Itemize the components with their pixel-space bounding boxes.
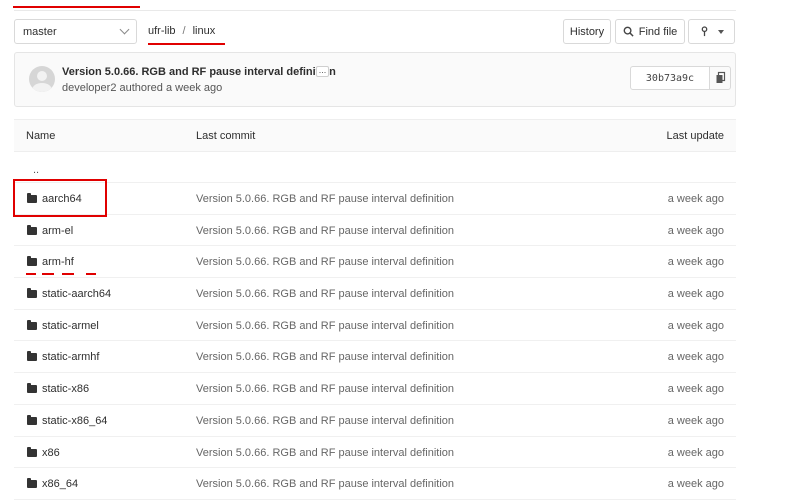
file-name-link[interactable]: static-aarch64 <box>42 288 111 300</box>
column-header-last-update: Last update <box>666 130 725 142</box>
breadcrumb-root-link[interactable]: ufr-lib <box>148 25 176 37</box>
last-commit-panel: Version 5.0.66. RGB and RF pause interva… <box>14 52 736 107</box>
file-name-link[interactable]: arm-hf <box>42 256 74 268</box>
clone-dropdown-button[interactable] <box>688 19 735 44</box>
row-commit-message-link[interactable]: Version 5.0.66. RGB and RF pause interva… <box>196 383 454 395</box>
folder-icon <box>27 351 37 362</box>
row-last-update: a week ago <box>667 288 724 301</box>
row-commit-message-link[interactable]: Version 5.0.66. RGB and RF pause interva… <box>196 320 454 332</box>
table-row[interactable]: x86_64 Version 5.0.66. RGB and RF pause i… <box>14 468 736 500</box>
row-commit-message-link[interactable]: Version 5.0.66. RGB and RF pause interva… <box>196 447 454 459</box>
history-button[interactable]: History <box>563 19 611 44</box>
annotation-underline-breadcrumb <box>148 43 225 45</box>
avatar[interactable] <box>29 66 55 92</box>
row-last-update: a week ago <box>667 224 724 237</box>
file-name-link[interactable]: x86 <box>42 447 60 459</box>
folder-icon <box>27 414 37 425</box>
commit-sha-button[interactable]: 30b73a9c <box>630 66 710 90</box>
expand-commit-message-button[interactable]: ... <box>316 66 329 77</box>
column-header-last-commit: Last commit <box>196 130 256 142</box>
row-last-update: a week ago <box>667 193 724 205</box>
table-row[interactable]: static-x86 Version 5.0.66. RGB and RF pau… <box>14 373 736 405</box>
table-row[interactable]: arm-el Version 5.0.66. RGB and RF pause i… <box>14 215 736 247</box>
search-icon <box>623 26 634 37</box>
row-commit-message-link[interactable]: Version 5.0.66. RGB and RF pause interva… <box>196 351 454 363</box>
file-name-link[interactable]: static-x86 <box>42 383 89 395</box>
row-commit-message-link[interactable]: Version 5.0.66. RGB and RF pause interva… <box>196 193 454 205</box>
divider <box>14 10 736 11</box>
branch-select[interactable]: master <box>14 19 137 44</box>
folder-icon <box>27 319 37 330</box>
breadcrumb-current-link[interactable]: linux <box>193 25 216 37</box>
row-commit-message-link[interactable]: Version 5.0.66. RGB and RF pause interva… <box>196 256 454 268</box>
commit-title-link[interactable]: Version 5.0.66. RGB and RF pause interva… <box>62 66 336 78</box>
annotation-underline-top <box>13 6 140 8</box>
file-name-link[interactable]: x86_64 <box>42 478 78 490</box>
row-last-update: a week ago <box>667 256 724 269</box>
table-header: Name Last commit Last update <box>14 119 736 152</box>
row-last-update: a week ago <box>667 319 724 332</box>
row-commit-message-link[interactable]: Version 5.0.66. RGB and RF pause interva… <box>196 415 454 427</box>
file-name-link[interactable]: static-x86_64 <box>42 415 107 427</box>
breadcrumb: ufr-lib / linux <box>148 25 215 37</box>
table-row[interactable]: static-armel Version 5.0.66. RGB and RF p… <box>14 310 736 342</box>
find-file-button-label: Find file <box>638 25 678 38</box>
file-tree-table: Name Last commit Last update .. aarch64 V… <box>14 119 736 500</box>
column-header-name: Name <box>26 130 56 142</box>
row-last-update: a week ago <box>667 478 724 491</box>
chevron-down-icon <box>119 24 130 35</box>
caret-down-icon <box>718 29 724 34</box>
folder-icon <box>27 256 37 267</box>
folder-icon <box>27 288 37 299</box>
row-last-update: a week ago <box>667 351 724 364</box>
annotation-dash <box>42 273 54 275</box>
row-commit-message-link[interactable]: Version 5.0.66. RGB and RF pause interva… <box>196 288 454 300</box>
file-name-link[interactable]: static-armel <box>42 320 99 332</box>
copy-sha-button[interactable] <box>709 66 731 90</box>
table-row[interactable]: x86 Version 5.0.66. RGB and RF pause inte… <box>14 437 736 469</box>
branch-select-value: master <box>23 25 57 38</box>
annotation-dash <box>26 273 36 275</box>
row-commit-message-link[interactable]: Version 5.0.66. RGB and RF pause interva… <box>196 478 454 490</box>
find-file-button[interactable]: Find file <box>615 19 685 44</box>
annotation-dash <box>62 273 74 275</box>
file-name-link[interactable]: static-armhf <box>42 351 99 363</box>
file-name-link[interactable]: arm-el <box>42 225 73 237</box>
folder-icon <box>27 446 37 457</box>
folder-icon <box>27 478 37 489</box>
folder-icon <box>27 383 37 394</box>
table-row[interactable]: arm-hf Version 5.0.66. RGB and RF pause i… <box>14 246 736 279</box>
row-last-update: a week ago <box>667 414 724 427</box>
table-row[interactable]: static-aarch64 Version 5.0.66. RGB and RF… <box>14 278 736 310</box>
history-button-label: History <box>569 25 605 38</box>
parent-directory-row[interactable]: .. <box>14 152 736 183</box>
table-row[interactable]: aarch64 Version 5.0.66. RGB and RF pause … <box>14 183 736 215</box>
annotation-dash <box>86 273 96 275</box>
row-last-update: a week ago <box>667 446 724 459</box>
table-row[interactable]: static-x86_64 Version 5.0.66. RGB and RF … <box>14 405 736 437</box>
folder-icon <box>27 224 37 235</box>
row-last-update: a week ago <box>667 383 724 396</box>
commit-meta: developer2 authored a week ago <box>62 82 223 94</box>
annotation-box-aarch64 <box>13 179 107 217</box>
parent-directory-link[interactable]: .. <box>33 164 39 176</box>
row-commit-message-link[interactable]: Version 5.0.66. RGB and RF pause interva… <box>196 225 454 237</box>
copy-icon <box>716 71 726 83</box>
git-fork-icon <box>701 26 708 37</box>
table-row[interactable]: static-armhf Version 5.0.66. RGB and RF p… <box>14 341 736 374</box>
breadcrumb-separator: / <box>182 25 186 37</box>
